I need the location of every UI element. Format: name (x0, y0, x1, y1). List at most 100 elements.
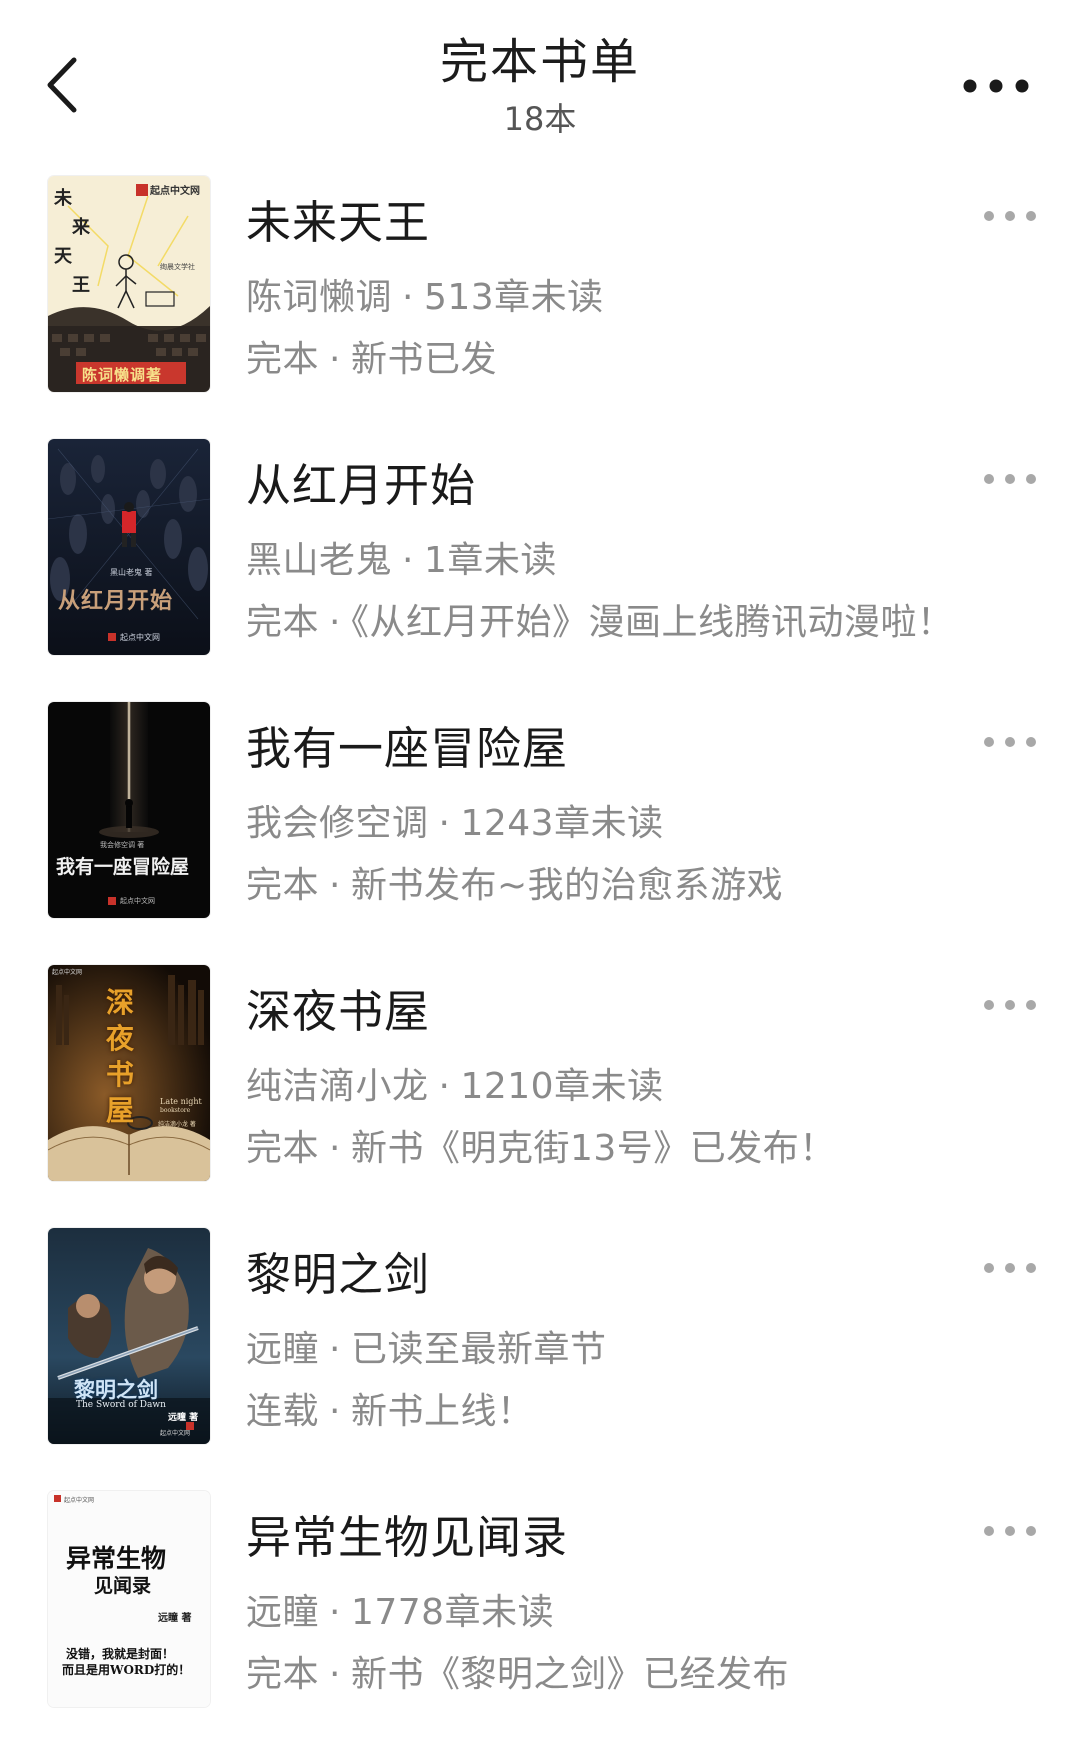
book-cover[interactable]: 起点中文网 异常生物 见闻录 远瞳 著 没错，我就是封面！ 而且是用WORD打的… (48, 1491, 210, 1707)
book-status-note: 完本 · 新书发布~我的治愈系游戏 (246, 856, 783, 908)
book-author-progress: 远瞳 · 已读至最新章节 (246, 1320, 606, 1372)
book-status: 完本 (246, 1128, 320, 1169)
book-list-item[interactable]: 未来天王 起点中文网 绚晨文学社 陈词懒调著 未来天王 陈词懒调 · 513章未读 … (0, 176, 1080, 439)
book-list-item[interactable]: 我会修空调 著 我有一座冒险屋 起点中文网 我有一座冒险屋 我会修空调 · 1243… (0, 702, 1080, 965)
separator: · (438, 803, 451, 844)
book-cover[interactable]: 黎明之剑 The Sword of Dawn 远瞳 著 起点中文网 (48, 1228, 210, 1444)
book-author-progress: 纯洁滴小龙 · 1210章未读 (246, 1057, 664, 1109)
book-progress: 1243章未读 (460, 803, 664, 844)
top-bar: 完本书单 18本 (0, 0, 1080, 150)
book-title[interactable]: 异常生物见闻录 (246, 1501, 568, 1566)
cover-side-text: 绚晨文学社 (160, 263, 195, 271)
cover-title-line-2: 见闻录 (94, 1575, 152, 1597)
cover-tagline-1: 没错，我就是封面！ (66, 1647, 175, 1661)
cover-publisher: 起点中文网 (52, 969, 83, 976)
separator: · (402, 277, 414, 318)
item-more-button[interactable] (980, 467, 1040, 491)
book-author[interactable]: 黑山老鬼 (246, 540, 392, 581)
book-status: 完本 (246, 339, 320, 380)
book-status: 完本 (246, 1654, 320, 1695)
book-status-note: 连载 · 新书上线！ (246, 1382, 533, 1434)
book-cover[interactable]: 未来天王 起点中文网 绚晨文学社 陈词懒调著 (48, 176, 210, 392)
book-author[interactable]: 远瞳 (246, 1329, 319, 1370)
book-status: 完本 (246, 865, 320, 906)
more-horizontal-icon (984, 474, 1036, 484)
separator: · (329, 602, 341, 643)
separator: · (438, 1066, 451, 1107)
book-progress: 1章未读 (423, 540, 557, 581)
book-title[interactable]: 未来天王 (246, 186, 430, 251)
cover-subtitle: The Sword of Dawn (76, 1400, 166, 1410)
book-author-progress: 我会修空调 · 1243章未读 (246, 794, 664, 846)
book-title[interactable]: 黎明之剑 (246, 1238, 430, 1303)
separator: · (329, 1391, 341, 1432)
item-more-button[interactable] (980, 1519, 1040, 1543)
cover-author: 纯洁滴小龙 著 (158, 1121, 196, 1128)
book-list-item[interactable]: 深夜书屋 Late night bookstore 纯洁滴小龙 著 起点中文网 … (0, 965, 1080, 1228)
cover-publisher: 起点中文网 (120, 897, 155, 905)
book-author-progress: 黑山老鬼 · 1章未读 (246, 531, 557, 583)
book-note: 新书发布~我的治愈系游戏 (350, 865, 784, 906)
book-author[interactable]: 陈词懒调 (246, 277, 392, 318)
book-list-item[interactable]: 黎明之剑 The Sword of Dawn 远瞳 著 起点中文网 黎明之剑 远… (0, 1228, 1080, 1491)
book-note: 新书《明克街13号》已发布！ (350, 1128, 836, 1169)
book-progress: 已读至最新章节 (350, 1329, 607, 1370)
cover-author: 远瞳 著 (158, 1613, 192, 1624)
book-note: 新书《黎明之剑》已经发布 (350, 1654, 789, 1695)
cover-subtitle: Late night (160, 1097, 202, 1106)
separator: · (329, 1128, 341, 1169)
cover-publisher: 起点中文网 (160, 1430, 191, 1437)
cover-art-adventure-house (48, 702, 210, 918)
cover-author-band: 陈词懒调著 (82, 366, 163, 384)
separator: · (329, 1592, 341, 1633)
cover-title: 深夜书屋 (106, 986, 135, 1127)
book-author[interactable]: 我会修空调 (246, 803, 429, 844)
book-status: 连载 (246, 1391, 320, 1432)
book-cover[interactable]: 我会修空调 著 我有一座冒险屋 起点中文网 (48, 702, 210, 918)
book-list-item[interactable]: 起点中文网 异常生物 见闻录 远瞳 著 没错，我就是封面！ 而且是用WORD打的… (0, 1491, 1080, 1754)
book-status: 完本 (246, 602, 320, 643)
more-horizontal-icon (984, 737, 1036, 747)
separator: · (329, 1654, 341, 1695)
book-title[interactable]: 我有一座冒险屋 (246, 712, 568, 777)
cover-title: 我有一座冒险屋 (56, 856, 190, 878)
more-horizontal-icon (984, 1526, 1036, 1536)
cover-title-line-1: 异常生物 (66, 1544, 167, 1573)
book-note: 新书已发 (350, 339, 497, 380)
book-list-item[interactable]: 黑山老鬼 著 从红月开始 起点中文网 从红月开始 黑山老鬼 · 1章未读 完本 · 《从… (0, 439, 1080, 702)
book-cover[interactable]: 黑山老鬼 著 从红月开始 起点中文网 (48, 439, 210, 655)
separator: · (329, 339, 341, 380)
book-progress: 513章未读 (423, 277, 604, 318)
book-status-note: 完本 · 新书《明克街13号》已发布！ (246, 1119, 836, 1171)
book-cover[interactable]: 深夜书屋 Late night bookstore 纯洁滴小龙 著 起点中文网 (48, 965, 210, 1181)
book-title[interactable]: 深夜书屋 (246, 975, 430, 1040)
book-count: 18本 (503, 100, 577, 138)
more-horizontal-icon (984, 1000, 1036, 1010)
cover-publisher: 起点中文网 (120, 633, 160, 642)
book-title[interactable]: 从红月开始 (246, 449, 476, 514)
book-author[interactable]: 纯洁滴小龙 (246, 1066, 429, 1107)
item-more-button[interactable] (980, 730, 1040, 754)
book-author[interactable]: 远瞳 (246, 1592, 319, 1633)
book-note: 《从红月开始》漫画上线腾讯动漫啦！ (350, 602, 954, 643)
page-title: 完本书单 (439, 34, 640, 90)
cover-publisher: 起点中文网 (64, 1497, 95, 1504)
book-list: 未来天王 起点中文网 绚晨文学社 陈词懒调著 未来天王 陈词懒调 · 513章未读 … (0, 176, 1080, 1754)
item-more-button[interactable] (980, 204, 1040, 228)
more-options-button[interactable] (956, 66, 1036, 106)
cover-author: 黑山老鬼 著 (110, 568, 153, 577)
book-status-note: 完本 · 《从红月开始》漫画上线腾讯动漫啦！ (246, 593, 953, 645)
more-horizontal-icon (984, 211, 1036, 221)
separator: · (329, 1329, 341, 1370)
cover-art-red-moon (48, 439, 210, 655)
cover-author: 我会修空调 著 (100, 841, 145, 849)
book-status-note: 完本 · 新书已发 (246, 330, 497, 382)
book-note: 新书上线！ (350, 1391, 534, 1432)
cover-subtitle-2: bookstore (160, 1107, 191, 1114)
book-progress: 1778章未读 (350, 1592, 555, 1633)
book-progress: 1210章未读 (460, 1066, 664, 1107)
item-more-button[interactable] (980, 993, 1040, 1017)
item-more-button[interactable] (980, 1256, 1040, 1280)
book-author-progress: 远瞳 · 1778章未读 (246, 1583, 554, 1635)
more-horizontal-icon (984, 1263, 1036, 1273)
